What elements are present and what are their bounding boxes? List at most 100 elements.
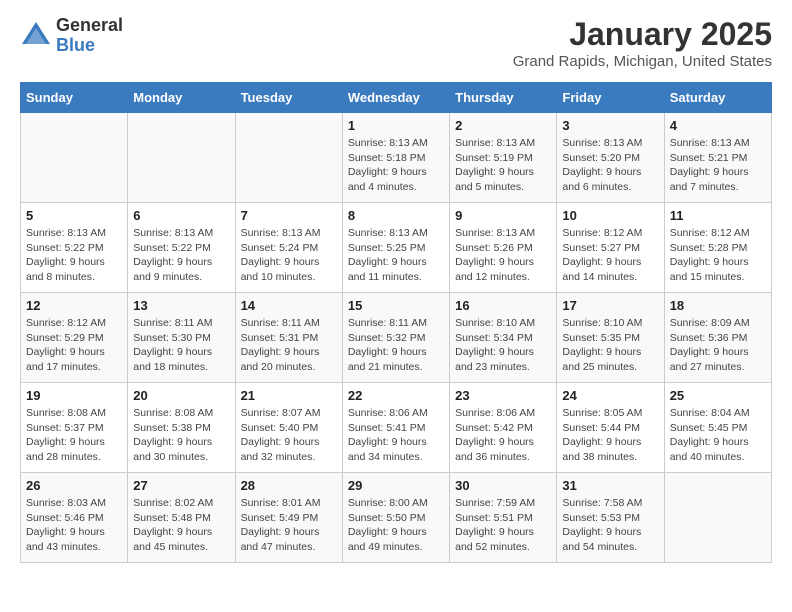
day-number: 7 bbox=[241, 208, 337, 223]
day-number: 2 bbox=[455, 118, 551, 133]
day-info: Sunrise: 8:08 AM Sunset: 5:37 PM Dayligh… bbox=[26, 406, 122, 465]
header-sunday: Sunday bbox=[21, 83, 128, 113]
calendar-cell bbox=[128, 113, 235, 203]
logo-text: General Blue bbox=[56, 16, 123, 56]
month-title: January 2025 bbox=[513, 16, 772, 53]
header-friday: Friday bbox=[557, 83, 664, 113]
day-info: Sunrise: 8:07 AM Sunset: 5:40 PM Dayligh… bbox=[241, 406, 337, 465]
day-number: 31 bbox=[562, 478, 658, 493]
day-info: Sunrise: 8:04 AM Sunset: 5:45 PM Dayligh… bbox=[670, 406, 766, 465]
day-number: 15 bbox=[348, 298, 444, 313]
day-info: Sunrise: 8:06 AM Sunset: 5:41 PM Dayligh… bbox=[348, 406, 444, 465]
header-saturday: Saturday bbox=[664, 83, 771, 113]
day-info: Sunrise: 8:13 AM Sunset: 5:21 PM Dayligh… bbox=[670, 136, 766, 195]
header-wednesday: Wednesday bbox=[342, 83, 449, 113]
calendar-cell: 20 Sunrise: 8:08 AM Sunset: 5:38 PM Dayli… bbox=[128, 383, 235, 473]
day-info: Sunrise: 7:59 AM Sunset: 5:51 PM Dayligh… bbox=[455, 496, 551, 555]
day-number: 24 bbox=[562, 388, 658, 403]
day-number: 18 bbox=[670, 298, 766, 313]
day-info: Sunrise: 8:06 AM Sunset: 5:42 PM Dayligh… bbox=[455, 406, 551, 465]
day-info: Sunrise: 8:13 AM Sunset: 5:24 PM Dayligh… bbox=[241, 226, 337, 285]
day-number: 11 bbox=[670, 208, 766, 223]
day-number: 19 bbox=[26, 388, 122, 403]
header-tuesday: Tuesday bbox=[235, 83, 342, 113]
calendar-cell: 16 Sunrise: 8:10 AM Sunset: 5:34 PM Dayli… bbox=[450, 293, 557, 383]
logo-blue: Blue bbox=[56, 36, 123, 56]
logo: General Blue bbox=[20, 16, 123, 56]
week-row-3: 12 Sunrise: 8:12 AM Sunset: 5:29 PM Dayli… bbox=[21, 293, 772, 383]
week-row-2: 5 Sunrise: 8:13 AM Sunset: 5:22 PM Daylig… bbox=[21, 203, 772, 293]
day-info: Sunrise: 8:09 AM Sunset: 5:36 PM Dayligh… bbox=[670, 316, 766, 375]
day-info: Sunrise: 8:13 AM Sunset: 5:22 PM Dayligh… bbox=[26, 226, 122, 285]
day-info: Sunrise: 8:10 AM Sunset: 5:34 PM Dayligh… bbox=[455, 316, 551, 375]
calendar-cell: 29Sunrise: 8:00 AM Sunset: 5:50 PM Dayli… bbox=[342, 473, 449, 563]
calendar-cell: 22 Sunrise: 8:06 AM Sunset: 5:41 PM Dayli… bbox=[342, 383, 449, 473]
day-info: Sunrise: 8:12 AM Sunset: 5:29 PM Dayligh… bbox=[26, 316, 122, 375]
day-number: 1 bbox=[348, 118, 444, 133]
calendar-cell: 21 Sunrise: 8:07 AM Sunset: 5:40 PM Dayli… bbox=[235, 383, 342, 473]
logo-general: General bbox=[56, 16, 123, 36]
day-info: Sunrise: 8:11 AM Sunset: 5:31 PM Dayligh… bbox=[241, 316, 337, 375]
day-number: 27 bbox=[133, 478, 229, 493]
calendar-cell: 31 Sunrise: 7:58 AM Sunset: 5:53 PM Dayli… bbox=[557, 473, 664, 563]
day-number: 17 bbox=[562, 298, 658, 313]
day-info: Sunrise: 8:13 AM Sunset: 5:20 PM Dayligh… bbox=[562, 136, 658, 195]
day-number: 22 bbox=[348, 388, 444, 403]
calendar-cell: 26 Sunrise: 8:03 AM Sunset: 5:46 PM Dayli… bbox=[21, 473, 128, 563]
calendar-cell: 11 Sunrise: 8:12 AM Sunset: 5:28 PM Dayli… bbox=[664, 203, 771, 293]
day-info: Sunrise: 8:03 AM Sunset: 5:46 PM Dayligh… bbox=[26, 496, 122, 555]
calendar-cell bbox=[664, 473, 771, 563]
calendar-cell bbox=[21, 113, 128, 203]
day-number: 16 bbox=[455, 298, 551, 313]
day-number: 4 bbox=[670, 118, 766, 133]
day-number: 20 bbox=[133, 388, 229, 403]
week-row-5: 26 Sunrise: 8:03 AM Sunset: 5:46 PM Dayli… bbox=[21, 473, 772, 563]
calendar-cell: 8Sunrise: 8:13 AM Sunset: 5:25 PM Daylig… bbox=[342, 203, 449, 293]
day-info: Sunrise: 7:58 AM Sunset: 5:53 PM Dayligh… bbox=[562, 496, 658, 555]
calendar-cell: 10Sunrise: 8:12 AM Sunset: 5:27 PM Dayli… bbox=[557, 203, 664, 293]
day-info: Sunrise: 8:12 AM Sunset: 5:27 PM Dayligh… bbox=[562, 226, 658, 285]
calendar-cell: 25 Sunrise: 8:04 AM Sunset: 5:45 PM Dayli… bbox=[664, 383, 771, 473]
calendar-cell: 24Sunrise: 8:05 AM Sunset: 5:44 PM Dayli… bbox=[557, 383, 664, 473]
calendar-header-row: SundayMondayTuesdayWednesdayThursdayFrid… bbox=[21, 83, 772, 113]
day-number: 26 bbox=[26, 478, 122, 493]
calendar-cell: 3 Sunrise: 8:13 AM Sunset: 5:20 PM Daylig… bbox=[557, 113, 664, 203]
day-info: Sunrise: 8:02 AM Sunset: 5:48 PM Dayligh… bbox=[133, 496, 229, 555]
header-monday: Monday bbox=[128, 83, 235, 113]
day-info: Sunrise: 8:13 AM Sunset: 5:26 PM Dayligh… bbox=[455, 226, 551, 285]
calendar-cell: 1 Sunrise: 8:13 AM Sunset: 5:18 PM Daylig… bbox=[342, 113, 449, 203]
day-info: Sunrise: 8:11 AM Sunset: 5:30 PM Dayligh… bbox=[133, 316, 229, 375]
day-info: Sunrise: 8:12 AM Sunset: 5:28 PM Dayligh… bbox=[670, 226, 766, 285]
page-header: General Blue January 2025 Grand Rapids, … bbox=[20, 16, 772, 70]
day-number: 9 bbox=[455, 208, 551, 223]
calendar-cell: 9 Sunrise: 8:13 AM Sunset: 5:26 PM Daylig… bbox=[450, 203, 557, 293]
calendar-table: SundayMondayTuesdayWednesdayThursdayFrid… bbox=[20, 82, 772, 563]
day-number: 28 bbox=[241, 478, 337, 493]
day-number: 21 bbox=[241, 388, 337, 403]
calendar-cell: 12 Sunrise: 8:12 AM Sunset: 5:29 PM Dayli… bbox=[21, 293, 128, 383]
calendar-cell: 30 Sunrise: 7:59 AM Sunset: 5:51 PM Dayli… bbox=[450, 473, 557, 563]
calendar-cell: 27 Sunrise: 8:02 AM Sunset: 5:48 PM Dayli… bbox=[128, 473, 235, 563]
day-number: 30 bbox=[455, 478, 551, 493]
day-number: 5 bbox=[26, 208, 122, 223]
day-number: 8 bbox=[348, 208, 444, 223]
calendar-cell: 7 Sunrise: 8:13 AM Sunset: 5:24 PM Daylig… bbox=[235, 203, 342, 293]
calendar-cell: 5 Sunrise: 8:13 AM Sunset: 5:22 PM Daylig… bbox=[21, 203, 128, 293]
day-info: Sunrise: 8:13 AM Sunset: 5:18 PM Dayligh… bbox=[348, 136, 444, 195]
day-number: 3 bbox=[562, 118, 658, 133]
calendar-cell: 13 Sunrise: 8:11 AM Sunset: 5:30 PM Dayli… bbox=[128, 293, 235, 383]
calendar-cell: 18 Sunrise: 8:09 AM Sunset: 5:36 PM Dayli… bbox=[664, 293, 771, 383]
header-thursday: Thursday bbox=[450, 83, 557, 113]
day-info: Sunrise: 8:13 AM Sunset: 5:19 PM Dayligh… bbox=[455, 136, 551, 195]
location: Grand Rapids, Michigan, United States bbox=[513, 53, 772, 70]
calendar-cell bbox=[235, 113, 342, 203]
day-number: 29 bbox=[348, 478, 444, 493]
day-number: 13 bbox=[133, 298, 229, 313]
calendar-cell: 6Sunrise: 8:13 AM Sunset: 5:22 PM Daylig… bbox=[128, 203, 235, 293]
day-number: 12 bbox=[26, 298, 122, 313]
calendar-cell: 19 Sunrise: 8:08 AM Sunset: 5:37 PM Dayli… bbox=[21, 383, 128, 473]
day-info: Sunrise: 8:08 AM Sunset: 5:38 PM Dayligh… bbox=[133, 406, 229, 465]
title-section: January 2025 Grand Rapids, Michigan, Uni… bbox=[513, 16, 772, 70]
day-number: 25 bbox=[670, 388, 766, 403]
calendar-cell: 23Sunrise: 8:06 AM Sunset: 5:42 PM Dayli… bbox=[450, 383, 557, 473]
